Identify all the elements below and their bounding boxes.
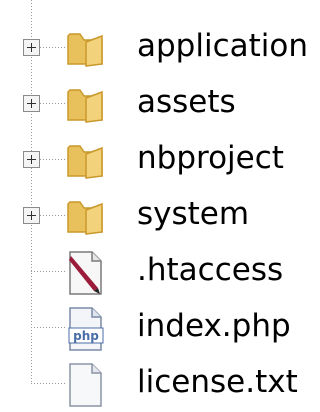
htaccess-file-icon bbox=[69, 251, 102, 295]
tree-item-label: system bbox=[137, 196, 250, 232]
tree-item-index-php[interactable]: php index.php bbox=[0, 300, 305, 356]
tree-item-label: assets bbox=[137, 84, 236, 120]
tree-item-label: license.txt bbox=[137, 364, 298, 400]
tree-item-label: nbproject bbox=[137, 140, 284, 176]
text-file-icon bbox=[69, 363, 102, 407]
tree-item-application[interactable]: application bbox=[0, 20, 308, 76]
tree-item-nbproject[interactable]: nbproject bbox=[0, 132, 305, 188]
php-badge: php bbox=[73, 329, 99, 343]
tree-item-label: .htaccess bbox=[137, 252, 284, 288]
expand-icon[interactable] bbox=[23, 95, 40, 112]
file-tree: application assets nbproject system .hta… bbox=[0, 0, 308, 412]
tree-item-label: application bbox=[137, 28, 308, 64]
folder-icon bbox=[67, 89, 103, 123]
folder-icon bbox=[67, 33, 103, 67]
tree-item-license-txt[interactable]: license.txt bbox=[0, 356, 305, 412]
tree-item-system[interactable]: system bbox=[0, 188, 305, 244]
tree-item-assets[interactable]: assets bbox=[0, 76, 305, 132]
expand-icon[interactable] bbox=[23, 151, 40, 168]
folder-icon bbox=[67, 201, 103, 235]
expand-icon[interactable] bbox=[23, 39, 40, 56]
tree-item-label: index.php bbox=[137, 308, 291, 344]
folder-icon bbox=[67, 145, 103, 179]
tree-item-htaccess[interactable]: .htaccess bbox=[0, 244, 305, 300]
expand-icon[interactable] bbox=[23, 207, 40, 224]
